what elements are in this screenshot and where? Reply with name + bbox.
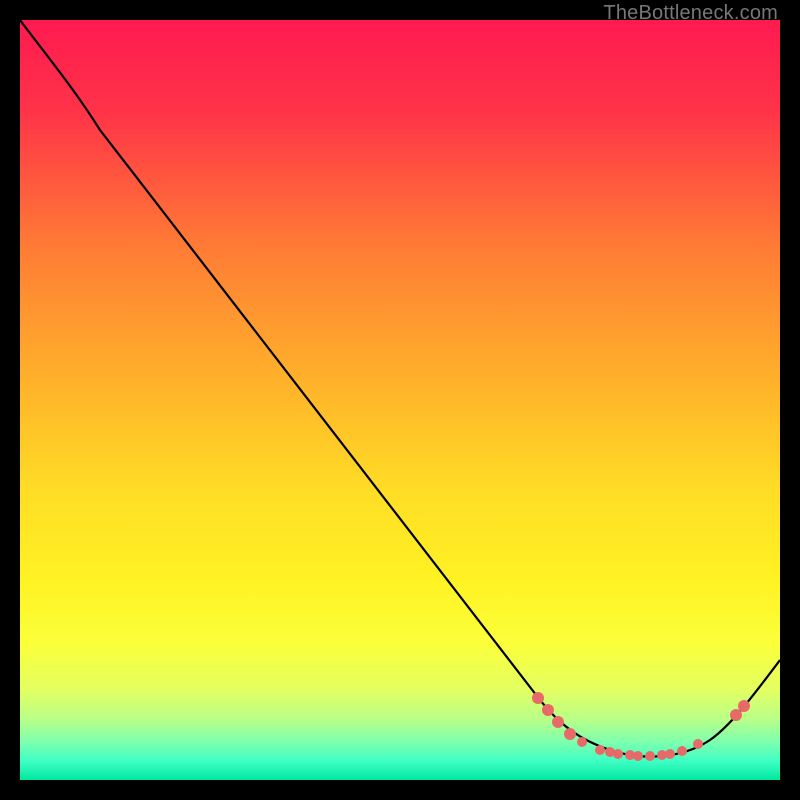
chart-container: TheBottleneck.com [0, 0, 800, 800]
bottleneck-curve [20, 20, 780, 780]
curve-path [20, 20, 780, 757]
plot-area [20, 20, 780, 780]
